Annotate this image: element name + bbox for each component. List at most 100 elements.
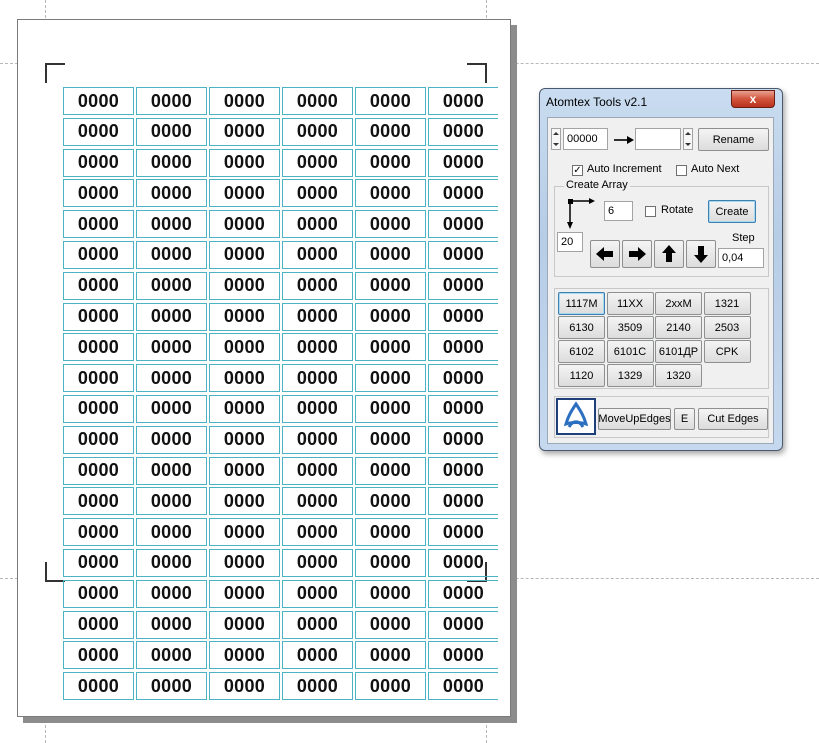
label-cell[interactable]: 0000	[428, 610, 498, 639]
label-cell[interactable]: 0000	[282, 302, 353, 331]
label-cell[interactable]: 0000	[355, 579, 426, 608]
move-down-button[interactable]	[686, 240, 716, 268]
label-cell[interactable]: 0000	[136, 425, 207, 454]
label-cell[interactable]: 0000	[282, 425, 353, 454]
label-cell[interactable]: 0000	[136, 148, 207, 177]
label-cell[interactable]: 0000	[63, 579, 134, 608]
label-cell[interactable]: 0000	[209, 210, 280, 239]
label-cell[interactable]: 0000	[355, 117, 426, 146]
end-value-field[interactable]	[635, 128, 681, 150]
label-cell[interactable]: 0000	[136, 456, 207, 485]
label-cell[interactable]: 0000	[136, 210, 207, 239]
preset-button[interactable]: 1321	[703, 292, 751, 315]
start-value-field[interactable]: 00000	[563, 128, 608, 150]
label-cell[interactable]: 0000	[428, 333, 498, 362]
preset-button[interactable]: 1320	[655, 364, 702, 387]
label-cell[interactable]: 0000	[428, 641, 498, 670]
label-cell[interactable]: 0000	[355, 610, 426, 639]
label-cell[interactable]: 0000	[355, 518, 426, 547]
label-cell[interactable]: 0000	[63, 148, 134, 177]
label-cell[interactable]: 0000	[209, 148, 280, 177]
label-cell[interactable]: 0000	[355, 240, 426, 269]
create-button[interactable]: Create	[708, 200, 756, 223]
label-cell[interactable]: 0000	[209, 672, 280, 701]
label-cell[interactable]: 0000	[428, 579, 498, 608]
label-cell[interactable]: 0000	[136, 610, 207, 639]
label-cell[interactable]: 0000	[209, 610, 280, 639]
label-cell[interactable]: 0000	[428, 179, 498, 208]
label-cell[interactable]: 0000	[63, 610, 134, 639]
label-cell[interactable]: 0000	[136, 394, 207, 423]
label-cell[interactable]: 0000	[209, 518, 280, 547]
label-cell[interactable]: 0000	[63, 302, 134, 331]
label-cell[interactable]: 0000	[63, 487, 134, 516]
label-cell[interactable]: 0000	[63, 456, 134, 485]
label-cell[interactable]: 0000	[209, 456, 280, 485]
label-cell[interactable]: 0000	[282, 210, 353, 239]
label-cell[interactable]: 0000	[63, 271, 134, 300]
label-cell[interactable]: 0000	[209, 394, 280, 423]
label-cell[interactable]: 0000	[209, 425, 280, 454]
preset-button[interactable]: 2xxM	[655, 292, 702, 315]
label-cell[interactable]: 0000	[209, 87, 280, 115]
label-cell[interactable]: 0000	[209, 364, 280, 393]
label-cell[interactable]: 0000	[428, 425, 498, 454]
label-cell[interactable]: 0000	[282, 117, 353, 146]
preset-button[interactable]: 11XX	[606, 292, 654, 315]
label-cell[interactable]: 0000	[209, 179, 280, 208]
label-cell[interactable]: 0000	[428, 148, 498, 177]
label-cell[interactable]: 0000	[355, 148, 426, 177]
preset-button[interactable]: CPK	[703, 340, 751, 363]
cut-edges-button[interactable]: Cut Edges	[698, 408, 768, 430]
label-cell[interactable]: 0000	[428, 394, 498, 423]
label-cell[interactable]: 0000	[282, 456, 353, 485]
label-cell[interactable]: 0000	[355, 425, 426, 454]
label-cell[interactable]: 0000	[209, 487, 280, 516]
label-cell[interactable]: 0000	[136, 117, 207, 146]
rotate-checkbox[interactable]	[645, 206, 656, 217]
label-cell[interactable]: 0000	[282, 394, 353, 423]
label-cell[interactable]: 0000	[63, 179, 134, 208]
label-cell[interactable]: 0000	[282, 487, 353, 516]
label-cell[interactable]: 0000	[282, 610, 353, 639]
label-cell[interactable]: 0000	[282, 518, 353, 547]
label-cell[interactable]: 0000	[355, 179, 426, 208]
label-cell[interactable]: 0000	[209, 548, 280, 577]
label-cell[interactable]: 0000	[209, 641, 280, 670]
label-cell[interactable]: 0000	[355, 87, 426, 115]
label-cell[interactable]: 0000	[136, 333, 207, 362]
label-cell[interactable]: 0000	[355, 394, 426, 423]
label-cell[interactable]: 0000	[428, 240, 498, 269]
label-cell[interactable]: 0000	[428, 210, 498, 239]
label-cell[interactable]: 0000	[428, 302, 498, 331]
label-cell[interactable]: 0000	[136, 579, 207, 608]
label-cell[interactable]: 0000	[63, 425, 134, 454]
label-cell[interactable]: 0000	[209, 240, 280, 269]
label-cell[interactable]: 0000	[136, 641, 207, 670]
rename-button[interactable]: Rename	[698, 128, 769, 151]
label-cell[interactable]: 0000	[136, 487, 207, 516]
label-cell[interactable]: 0000	[282, 641, 353, 670]
label-cell[interactable]: 0000	[136, 87, 207, 115]
e-button[interactable]: E	[674, 408, 695, 430]
move-up-button[interactable]	[654, 240, 684, 268]
label-cell[interactable]: 0000	[355, 672, 426, 701]
label-cell[interactable]: 0000	[355, 548, 426, 577]
label-cell[interactable]: 0000	[136, 672, 207, 701]
label-cell[interactable]: 0000	[282, 548, 353, 577]
label-cell[interactable]: 0000	[355, 364, 426, 393]
label-cell[interactable]: 0000	[428, 487, 498, 516]
label-cell[interactable]: 0000	[63, 333, 134, 362]
label-cell[interactable]: 0000	[63, 364, 134, 393]
label-cell[interactable]: 0000	[63, 548, 134, 577]
preset-button[interactable]: 6101ДР	[655, 340, 702, 363]
label-cell[interactable]: 0000	[282, 579, 353, 608]
label-cell[interactable]: 0000	[63, 518, 134, 547]
label-cell[interactable]: 0000	[63, 672, 134, 701]
label-cell[interactable]: 0000	[428, 87, 498, 115]
label-cell[interactable]: 0000	[282, 148, 353, 177]
move-up-edges-button[interactable]: MoveUpEdges	[598, 408, 671, 430]
label-cell[interactable]: 0000	[355, 210, 426, 239]
label-cell[interactable]: 0000	[209, 117, 280, 146]
label-cell[interactable]: 0000	[355, 487, 426, 516]
